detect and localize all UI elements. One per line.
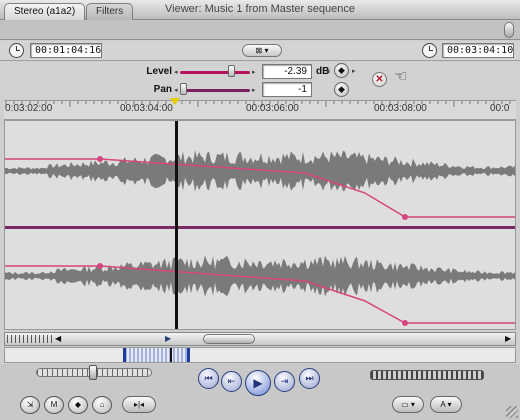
level-label: Level	[146, 66, 172, 77]
in-point-marker[interactable]	[123, 348, 126, 362]
jog-wheel[interactable]	[370, 370, 484, 380]
pan-slider-track[interactable]	[180, 89, 250, 92]
level-decrease-icon[interactable]: ◂	[174, 68, 178, 76]
prev-keyframe-icon[interactable]: ◂	[326, 67, 330, 75]
drag-hand-icon[interactable]: ☜	[394, 68, 410, 86]
x-icon: ✕	[375, 74, 384, 85]
ruler-tick-label: 00:03:06:00	[246, 103, 299, 114]
ruler-tick-label: 0:03:02:00	[5, 103, 53, 114]
out-point-marker[interactable]	[187, 348, 190, 362]
diamond-icon: ◆	[338, 65, 345, 75]
add-keyframe-button[interactable]: ◆	[68, 396, 88, 414]
keyframe-point	[402, 320, 408, 326]
level-increase-icon[interactable]: ▸	[252, 68, 256, 76]
scrubber-bar[interactable]	[4, 347, 516, 363]
waveform-channel-1	[5, 150, 515, 192]
pan-value-field[interactable]: -1	[262, 82, 312, 97]
horizontal-scrollbar[interactable]: ◀ ▶ ▶	[4, 332, 516, 346]
recent-clips-button[interactable]: ⊠ ▾	[242, 44, 282, 57]
level-keyframe-button[interactable]: ◆	[334, 63, 349, 78]
keyframe-point	[97, 263, 103, 269]
view-options-icon: ▭ ▾	[401, 400, 415, 409]
ruler-tick-label: 00:03:08:00	[374, 103, 427, 114]
generator-button[interactable]: A ▾	[430, 396, 462, 413]
diamond-icon: ◆	[338, 84, 345, 94]
audio-controls-area	[0, 62, 520, 98]
add-marker-button[interactable]: ⌂	[92, 396, 112, 414]
scroll-right-icon[interactable]: ▶	[505, 334, 511, 343]
pan-label: Pan	[153, 84, 172, 95]
pan-decrease-icon[interactable]: ◂	[174, 86, 178, 94]
duration-clock-icon	[9, 43, 24, 58]
play-around-button[interactable]: ⇥	[274, 371, 295, 392]
mark-clip-icon: M	[50, 400, 58, 409]
playhead-marker[interactable]	[170, 98, 180, 105]
play-in-to-out-button[interactable]: ⇤	[221, 371, 242, 392]
pan-keyframe-button[interactable]: ◆	[334, 82, 349, 97]
in-out-icon: ▸|◂	[133, 400, 145, 409]
scrubber-playhead[interactable]	[170, 348, 172, 362]
playhead-line	[175, 121, 178, 329]
mark-clip-button[interactable]: M	[44, 396, 64, 414]
level-slider-track[interactable]	[180, 71, 250, 74]
ruler-tick-label: 00:0	[490, 103, 510, 114]
play-in-out-icon: ⇤	[227, 376, 236, 386]
play-icon: ▶	[253, 376, 263, 390]
resize-grip-icon[interactable]	[506, 406, 518, 418]
current-clock-icon	[422, 43, 437, 58]
step-back-icon: ⏮	[204, 373, 213, 383]
zoom-slider[interactable]	[7, 335, 53, 343]
level-value-field[interactable]: -2.39	[262, 64, 312, 79]
match-frame-icon: ⇲	[26, 400, 34, 409]
step-forward-icon: ⏭	[305, 373, 314, 383]
next-edit-button[interactable]: ⏭	[299, 368, 320, 389]
view-options-button[interactable]: ▭ ▾	[392, 396, 424, 413]
pan-slider-thumb[interactable]	[180, 83, 187, 95]
waveform-area[interactable]	[4, 120, 516, 330]
level-slider-thumb[interactable]	[228, 65, 236, 77]
tab-stereo[interactable]: Stereo (a1a2)	[4, 3, 86, 20]
channel-separator	[5, 226, 515, 229]
waveform-canvas	[5, 121, 515, 329]
play-button[interactable]: ▶	[245, 370, 271, 396]
keyframe-point	[97, 156, 103, 162]
window-resize-pill[interactable]	[504, 22, 514, 38]
marker-icon: ⌂	[99, 400, 105, 409]
tab-bar	[0, 20, 520, 40]
prev-edit-button[interactable]: ⏮	[198, 368, 219, 389]
keyframe-point	[402, 214, 408, 220]
scroll-thumb[interactable]	[203, 334, 255, 344]
mark-in-out-buttons[interactable]: ▸|◂	[122, 396, 156, 413]
pan-increase-icon[interactable]: ▸	[252, 86, 256, 94]
diamond-icon: ◆	[74, 400, 82, 409]
play-around-icon: ⇥	[280, 376, 289, 386]
current-timecode-field[interactable]: 00:03:04:10	[442, 43, 514, 58]
duration-timecode-field[interactable]: 00:01:04:16	[30, 43, 102, 58]
generator-icon: A ▾	[440, 400, 452, 409]
match-frame-button[interactable]: ⇲	[20, 396, 40, 414]
scroll-position-marker: ▶	[165, 334, 172, 343]
ruler-tick-label: 00:03:04:00	[120, 103, 173, 114]
in-out-range	[125, 348, 189, 362]
next-keyframe-icon[interactable]: ▸	[352, 67, 356, 75]
scroll-left-icon[interactable]: ◀	[55, 334, 61, 343]
shuttle-thumb[interactable]	[89, 365, 97, 380]
waveform-channel-2	[5, 255, 515, 297]
reset-button[interactable]: ✕	[372, 72, 387, 87]
tab-filters[interactable]: Filters	[86, 3, 134, 20]
chevron-down-icon: ⊠ ▾	[255, 46, 269, 55]
